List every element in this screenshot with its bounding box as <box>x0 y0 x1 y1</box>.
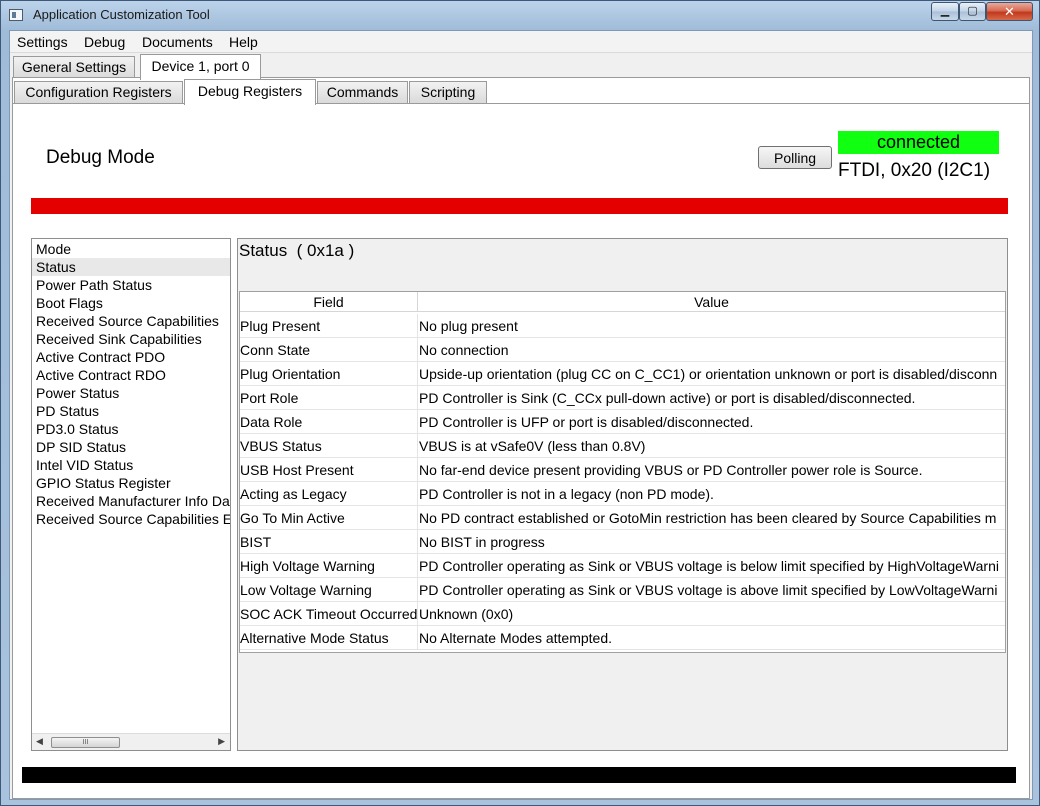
app-window: Application Customization Tool ▁ ▢ ✕ Set… <box>0 0 1040 806</box>
scroll-thumb[interactable]: III <box>51 737 120 748</box>
value-cell: No plug present <box>419 318 518 334</box>
table-row[interactable]: Plug Present No plug present <box>240 314 1005 338</box>
tab-configuration-registers[interactable]: Configuration Registers <box>14 81 183 104</box>
table-row[interactable]: VBUS Status VBUS is at vSafe0V (less than… <box>240 434 1005 458</box>
menu-debug[interactable]: Debug <box>84 34 125 50</box>
scroll-right-icon[interactable]: ▶ <box>218 736 225 747</box>
field-cell: VBUS Status <box>240 434 418 458</box>
tab-device-1-port-0[interactable]: Device 1, port 0 <box>140 54 261 80</box>
register-table: Field Value Plug Present No plug present C… <box>239 291 1006 653</box>
value-cell: PD Controller operating as Sink or VBUS … <box>419 582 998 598</box>
register-tabs: Configuration Registers Debug Registers … <box>10 79 1032 105</box>
menu-documents[interactable]: Documents <box>142 34 213 50</box>
tab-commands[interactable]: Commands <box>317 81 408 104</box>
scroll-left-icon[interactable]: ◀ <box>36 736 43 747</box>
maximize-button[interactable]: ▢ <box>959 2 986 21</box>
window-title: Application Customization Tool <box>33 7 210 22</box>
status-bar <box>22 767 1016 783</box>
value-cell: PD Controller is UFP or port is disabled… <box>419 414 754 430</box>
value-cell: PD Controller is Sink (C_CCx pull-down a… <box>419 390 916 406</box>
table-row[interactable]: Port Role PD Controller is Sink (C_CCx pu… <box>240 386 1005 410</box>
close-button[interactable]: ✕ <box>986 2 1033 21</box>
register-list-item[interactable]: Received Manufacturer Info Da <box>32 492 230 510</box>
connection-status-badge: connected <box>838 131 999 154</box>
field-cell: Acting as Legacy <box>240 482 418 506</box>
menu-bar: Settings Debug Documents Help <box>10 31 1032 53</box>
register-list-item[interactable]: Boot Flags <box>32 294 230 312</box>
table-row[interactable]: Alternative Mode Status No Alternate Mode… <box>240 626 1005 650</box>
value-cell: No Alternate Modes attempted. <box>419 630 612 646</box>
register-list-item[interactable]: Mode <box>32 240 230 258</box>
field-cell: BIST <box>240 530 418 554</box>
field-cell: High Voltage Warning <box>240 554 418 578</box>
column-header-field[interactable]: Field <box>240 292 418 312</box>
value-cell: No PD contract established or GotoMin re… <box>419 510 997 526</box>
table-row[interactable]: BIST No BIST in progress <box>240 530 1005 554</box>
register-list-item[interactable]: PD Status <box>32 402 230 420</box>
register-list-item[interactable]: GPIO Status Register <box>32 474 230 492</box>
menu-help[interactable]: Help <box>229 34 258 50</box>
value-cell: VBUS is at vSafe0V (less than 0.8V) <box>419 438 646 454</box>
table-row[interactable]: Plug Orientation Upside-up orientation (p… <box>240 362 1005 386</box>
table-row[interactable]: High Voltage Warning PD Controller operat… <box>240 554 1005 578</box>
register-detail-panel: Status ( 0x1a ) Field Value Plug Present… <box>237 238 1008 751</box>
field-cell: Low Voltage Warning <box>240 578 418 602</box>
register-list-item[interactable]: Received Source Capabilities E <box>32 510 230 528</box>
minimize-button[interactable]: ▁ <box>931 2 959 21</box>
tab-debug-registers[interactable]: Debug Registers <box>184 79 316 105</box>
field-cell: Go To Min Active <box>240 506 418 530</box>
horizontal-scrollbar[interactable]: ◀ III ▶ <box>32 733 230 750</box>
app-icon[interactable] <box>9 9 23 21</box>
title-bar[interactable]: Application Customization Tool ▁ ▢ ✕ <box>1 1 1039 29</box>
register-title: Status ( 0x1a ) <box>239 241 355 260</box>
value-cell: Unknown (0x0) <box>419 606 514 622</box>
debug-mode-label: Debug Mode <box>46 147 155 168</box>
field-cell: Port Role <box>240 386 418 410</box>
register-list-item[interactable]: Received Sink Capabilities <box>32 330 230 348</box>
table-row[interactable]: Data Role PD Controller is UFP or port is… <box>240 410 1005 434</box>
register-list-item[interactable]: Active Contract RDO <box>32 366 230 384</box>
register-list[interactable]: Received Source Capabilities E Received M… <box>31 238 231 751</box>
field-cell: SOC ACK Timeout Occurred <box>240 602 418 626</box>
table-row[interactable]: Conn State No connection <box>240 338 1005 362</box>
polling-button[interactable]: Polling <box>758 146 832 169</box>
table-row[interactable]: Acting as Legacy PD Controller is not in … <box>240 482 1005 506</box>
register-list-item[interactable]: Intel VID Status <box>32 456 230 474</box>
tab-general-settings[interactable]: General Settings <box>13 56 135 79</box>
register-list-item[interactable]: Power Status <box>32 384 230 402</box>
client-area: Settings Debug Documents Help General Se… <box>9 30 1033 800</box>
device-tabs: General Settings Device 1, port 0 <box>10 54 1032 80</box>
column-header-value[interactable]: Value <box>418 292 1005 312</box>
register-list-item[interactable]: Status <box>32 258 230 276</box>
register-list-item[interactable]: Received Source Capabilities <box>32 312 230 330</box>
register-list-item[interactable]: Power Path Status <box>32 276 230 294</box>
table-row[interactable]: USB Host Present No far-end device presen… <box>240 458 1005 482</box>
value-cell: PD Controller is not in a legacy (non PD… <box>419 486 714 502</box>
value-cell: No BIST in progress <box>419 534 545 550</box>
register-list-item[interactable]: PD3.0 Status <box>32 420 230 438</box>
register-list-item[interactable]: Active Contract PDO <box>32 348 230 366</box>
alert-bar <box>31 198 1008 214</box>
table-row[interactable]: Go To Min Active No PD contract establish… <box>240 506 1005 530</box>
field-cell: USB Host Present <box>240 458 418 482</box>
field-cell: Conn State <box>240 338 418 362</box>
field-cell: Alternative Mode Status <box>240 626 418 650</box>
value-cell: PD Controller operating as Sink or VBUS … <box>419 558 999 574</box>
value-cell: No far-end device present providing VBUS… <box>419 462 923 478</box>
menu-settings[interactable]: Settings <box>17 34 68 50</box>
tab-scripting[interactable]: Scripting <box>409 81 487 104</box>
field-cell: Data Role <box>240 410 418 434</box>
value-cell: Upside-up orientation (plug CC on C_CC1)… <box>419 366 998 382</box>
table-row[interactable]: Low Voltage Warning PD Controller operati… <box>240 578 1005 602</box>
field-cell: Plug Present <box>240 314 418 338</box>
table-row[interactable]: SOC ACK Timeout Occurred Unknown (0x0) <box>240 602 1005 626</box>
register-list-item[interactable]: DP SID Status <box>32 438 230 456</box>
connection-info: FTDI, 0x20 (I2C1) <box>838 160 991 181</box>
value-cell: No connection <box>419 342 509 358</box>
field-cell: Plug Orientation <box>240 362 418 386</box>
